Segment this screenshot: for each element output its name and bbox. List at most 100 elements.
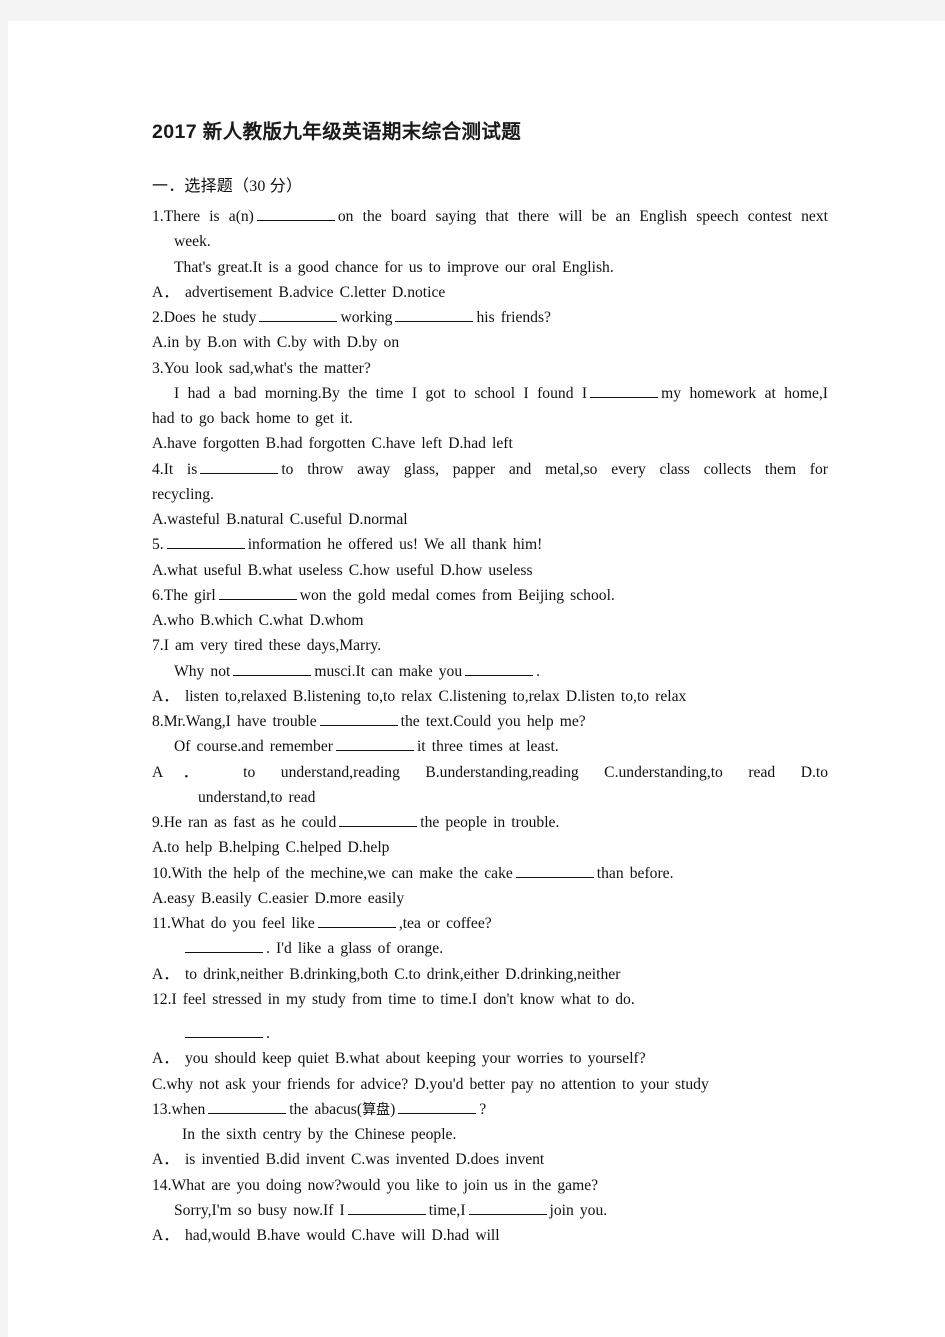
answer-blank [590, 381, 659, 398]
answer-blank [185, 1022, 263, 1039]
question-13-line-1: 13.when the abacus(算盘)? [152, 1097, 828, 1122]
question-10-line-1: 10.With the help of the mechine,we can m… [152, 861, 828, 886]
answer-blank [208, 1097, 287, 1114]
question-4-line-1: 4.It is to throw away glass, papper and m… [152, 457, 828, 482]
question-7-options: A． listen to,relaxed B.listening to,to r… [152, 687, 687, 705]
question-9-options: A.to help B.helping C.helped D.help [152, 839, 390, 857]
question-2-line-1: 2.Does he study working his friends? [152, 305, 828, 330]
question-12-options-line-1: A． you should keep quiet B.what about ke… [152, 1050, 646, 1068]
q7-text-d: . [536, 662, 541, 680]
q8-text-d: it three times at least. [416, 738, 559, 756]
question-13-line-2: In the sixth centry by the Chinese peopl… [182, 1126, 457, 1144]
answer-blank [468, 1198, 547, 1215]
q2-text-a: 2.Does he study [152, 309, 257, 327]
q4-text-a: 4.It is [152, 460, 198, 478]
question-3-line-3: had to go back home to get it. [152, 410, 353, 428]
q2-text-c: his friends? [476, 309, 551, 327]
question-1-options: A． advertisement B.advice C.letter D.not… [152, 283, 446, 301]
answer-blank [398, 1097, 477, 1114]
question-3-options: A.have forgotten B.had forgotten C.have … [152, 435, 513, 453]
q14-text-b: Sorry,I'm so busy now.If I [174, 1201, 345, 1219]
q13-chinese-gloss: 算盘 [362, 1101, 391, 1118]
document-page: 2017 新人教版九年级英语期末综合测试题 一．选择题（30 分） 1.Ther… [8, 21, 945, 1337]
answer-blank [339, 811, 418, 828]
q8-text-b: the text.Could you help me? [400, 713, 586, 731]
answer-blank [185, 937, 263, 954]
answer-blank [200, 457, 279, 474]
answer-blank [319, 710, 398, 727]
q9-text-a: 9.He ran as fast as he could [152, 814, 337, 832]
question-4-options: A.wasteful B.natural C.useful D.normal [152, 511, 408, 529]
question-6-options: A.who B.which C.what D.whom [152, 612, 364, 630]
question-8-line-2: Of course.and remember it three times at … [152, 734, 828, 759]
page-title: 2017 新人教版九年级英语期末综合测试题 [152, 121, 522, 143]
question-3-line-2: I had a bad morning.By the time I got to… [152, 381, 828, 406]
q14-text-c: time,I [428, 1201, 466, 1219]
answer-blank [335, 735, 414, 752]
question-14-options: A． had,would B.have would C.have will D.… [152, 1227, 500, 1245]
question-4-line-2: recycling. [152, 485, 214, 503]
question-12-options-line-2: C.why not ask your friends for advice? D… [152, 1075, 709, 1093]
question-7-line-1: 7.I am very tired these days,Marry. [152, 637, 382, 655]
question-11-line-1: 11.What do you feel like ,tea or coffee? [152, 911, 828, 936]
question-14-line-1: 14.What are you doing now?would you like… [152, 1176, 599, 1194]
question-6-line-1: 6.The girl won the gold medal comes from … [152, 583, 828, 608]
question-1-line-3: That's great.It is a good chance for us … [174, 258, 614, 276]
q2-text-b: working [340, 309, 393, 327]
question-9-line-1: 9.He ran as fast as he could the people i… [152, 810, 828, 835]
answer-blank [317, 912, 396, 929]
q5-text-b: information he offered us! We all thank … [247, 536, 543, 554]
question-2-options: A.in by B.on with C.by with D.by on [152, 334, 400, 352]
question-11-line-2: . I'd like a glass of orange. [152, 936, 828, 961]
q10-text-a: 10.With the help of the mechine,we can m… [152, 864, 513, 882]
q11-text-a: 11.What do you feel like [152, 915, 315, 933]
question-5-options: A.what useful B.what useless C.how usefu… [152, 561, 533, 579]
question-1-line-1: 1.There is a(n) on the board saying that … [152, 204, 828, 229]
question-8-options-line-1: A． to understand,reading B.understanding… [152, 763, 828, 781]
q7-text-b: Why not [174, 662, 231, 680]
q10-text-b: than before. [596, 864, 674, 882]
q3-text-c: my homework at home,I [661, 384, 828, 402]
answer-blank [515, 861, 594, 878]
q6-text-b: won the gold medal comes from Beijing sc… [299, 586, 615, 604]
question-12-line-1: 12.I feel stressed in my study from time… [152, 990, 635, 1008]
answer-blank [166, 533, 245, 550]
question-13-options: A． is inventied B.did invent C.was inven… [152, 1151, 545, 1169]
q13-text-c: ) [390, 1100, 396, 1118]
answer-blank [256, 205, 335, 222]
q13-text-b: the abacus( [289, 1100, 363, 1118]
q1-text-a: 1.There is a(n) [152, 208, 254, 226]
q8-text-a: 8.Mr.Wang,I have trouble [152, 713, 317, 731]
question-3-line-1: 3.You look sad,what's the matter? [152, 359, 371, 377]
q9-text-b: the people in trouble. [420, 814, 560, 832]
answer-blank [259, 306, 338, 323]
q11-text-c: . I'd like a glass of orange. [266, 940, 444, 958]
answer-blank [465, 659, 534, 676]
question-8-line-1: 8.Mr.Wang,I have trouble the text.Could y… [152, 709, 828, 734]
q13-text-a: 13.when [152, 1100, 206, 1118]
document-content: 2017 新人教版九年级英语期末综合测试题 一．选择题（30 分） 1.Ther… [152, 120, 828, 1248]
answer-blank [347, 1198, 426, 1215]
q6-text-a: 6.The girl [152, 586, 216, 604]
q13-text-d: ? [479, 1100, 487, 1118]
q4-text-b: to throw away glass, papper and metal,so… [281, 460, 828, 478]
q11-text-b: ,tea or coffee? [398, 915, 492, 933]
question-10-options: A.easy B.easily C.easier D.more easily [152, 889, 405, 907]
question-1-line-2: week. [174, 233, 211, 251]
question-8-options-line-2: understand,to read [198, 788, 316, 806]
question-5-line-1: 5. information he offered us! We all than… [152, 532, 828, 557]
q3-text-b: I had a bad morning.By the time I got to… [174, 384, 588, 402]
q1-text-b: on the board saying that there will be a… [337, 208, 828, 226]
q12-text-b: . [266, 1025, 270, 1043]
question-7-line-2: Why not musci.It can make you. [152, 659, 828, 684]
question-14-line-2: Sorry,I'm so busy now.If I time,I join you… [152, 1198, 828, 1223]
q5-text-a: 5. [152, 536, 164, 554]
section-heading: 一．选择题（30 分） [152, 178, 303, 196]
question-11-options: A． to drink,neither B.drinking,both C.to… [152, 965, 621, 983]
answer-blank [218, 583, 297, 600]
q14-text-d: join you. [549, 1201, 608, 1219]
q7-text-c: musci.It can make you [314, 662, 463, 680]
question-12-line-2: . [152, 1021, 828, 1046]
answer-blank [233, 659, 312, 676]
